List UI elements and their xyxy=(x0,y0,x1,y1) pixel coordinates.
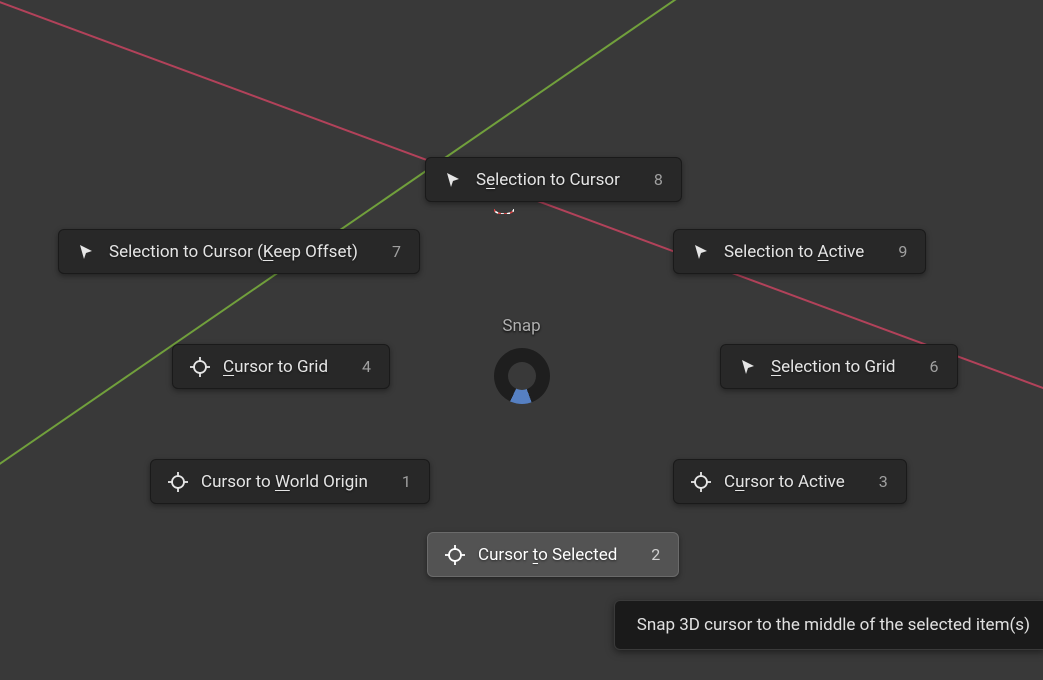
menu-item-cursor-to-grid[interactable]: Cursor to Grid 4 xyxy=(172,344,390,389)
menu-item-selection-to-cursor-keep-offset[interactable]: Selection to Cursor (Keep Offset) 7 xyxy=(58,229,420,274)
menu-item-shortcut: 7 xyxy=(392,242,401,261)
menu-item-cursor-to-selected[interactable]: Cursor to Selected 2 xyxy=(427,532,679,577)
pointer-icon xyxy=(690,241,712,263)
cursor-target-icon xyxy=(167,471,189,493)
menu-item-shortcut: 6 xyxy=(930,357,939,376)
menu-item-shortcut: 4 xyxy=(362,357,371,376)
menu-item-label: Cursor to Active xyxy=(724,472,845,492)
menu-item-label: Selection to Active xyxy=(724,242,864,262)
menu-item-selection-to-cursor[interactable]: Selection to Cursor 8 xyxy=(425,157,682,202)
menu-item-selection-to-grid[interactable]: Selection to Grid 6 xyxy=(720,344,958,389)
menu-item-shortcut: 8 xyxy=(654,170,663,189)
menu-item-shortcut: 1 xyxy=(402,472,411,491)
menu-item-cursor-to-active[interactable]: Cursor to Active 3 xyxy=(673,459,907,504)
menu-item-shortcut: 2 xyxy=(651,545,660,564)
menu-item-selection-to-active[interactable]: Selection to Active 9 xyxy=(673,229,926,274)
cursor-target-icon xyxy=(189,356,211,378)
cursor-target-icon xyxy=(690,471,712,493)
menu-item-label: Cursor to World Origin xyxy=(201,472,368,492)
pointer-icon xyxy=(442,169,464,191)
pointer-icon xyxy=(737,356,759,378)
menu-item-shortcut: 9 xyxy=(898,242,907,261)
viewport-3d[interactable]: Snap Selection to Cursor 8 Selection to … xyxy=(0,0,1043,680)
menu-item-label: Selection to Grid xyxy=(771,357,896,377)
menu-item-cursor-to-world-origin[interactable]: Cursor to World Origin 1 xyxy=(150,459,430,504)
pie-menu-dial xyxy=(494,348,550,404)
tooltip-text: Snap 3D cursor to the middle of the sele… xyxy=(637,615,1030,635)
pointer-icon xyxy=(75,241,97,263)
pie-menu-title: Snap xyxy=(502,316,540,336)
menu-item-shortcut: 3 xyxy=(879,472,888,491)
tooltip: Snap 3D cursor to the middle of the sele… xyxy=(614,600,1043,650)
menu-item-label: Selection to Cursor xyxy=(476,170,620,190)
menu-item-label: Cursor to Selected xyxy=(478,545,617,565)
cursor-3d-marker xyxy=(494,204,510,210)
menu-item-label: Selection to Cursor (Keep Offset) xyxy=(109,242,358,262)
menu-item-label: Cursor to Grid xyxy=(223,357,328,377)
cursor-target-icon xyxy=(444,544,466,566)
